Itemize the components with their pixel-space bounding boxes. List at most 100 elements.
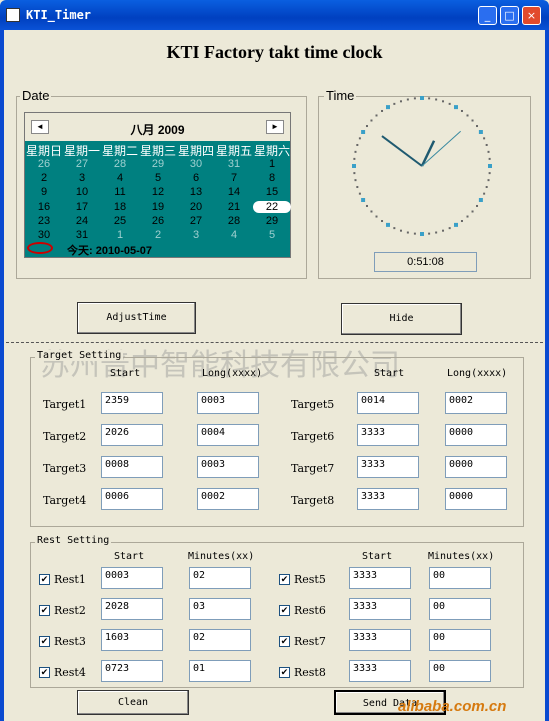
calendar-day[interactable]: 28	[101, 158, 139, 170]
calendar-day[interactable]: 11	[101, 186, 139, 198]
calendar-day[interactable]: 26	[139, 215, 177, 227]
target-start-field[interactable]: 3333	[357, 456, 419, 478]
rest-checkbox[interactable]	[39, 636, 50, 647]
calendar-day[interactable]: 5	[253, 229, 291, 241]
calendar-day[interactable]: 31	[63, 229, 101, 241]
rest-start-field[interactable]: 3333	[349, 567, 411, 589]
calendar-day[interactable]: 28	[215, 215, 253, 227]
rest-start-field[interactable]: 1603	[101, 629, 163, 651]
calendar-day[interactable]: 2	[139, 229, 177, 241]
clean-button[interactable]: Clean	[77, 690, 189, 715]
target-long-field[interactable]: 0003	[197, 392, 259, 414]
target-long-field[interactable]: 0000	[445, 456, 507, 478]
minimize-button[interactable]: _	[478, 6, 497, 25]
calendar-day[interactable]: 18	[101, 201, 139, 213]
window-frame-left	[0, 30, 4, 721]
rest-checkbox[interactable]	[279, 574, 290, 585]
target-label: Target5	[291, 398, 335, 411]
target-long-field[interactable]: 0000	[445, 424, 507, 446]
rest-start-header-right: Start	[362, 551, 393, 562]
target-long-header-left: Long(xxxx)	[202, 368, 263, 379]
calendar-day[interactable]: 27	[63, 158, 101, 170]
calendar-day[interactable]: 1	[253, 158, 291, 170]
rest-checkbox[interactable]	[39, 574, 50, 585]
adjust-time-button[interactable]: AdjustTime	[77, 302, 196, 334]
calendar-day[interactable]: 12	[139, 186, 177, 198]
calendar-day[interactable]: 20	[177, 201, 215, 213]
rest-minutes-field[interactable]: 02	[189, 567, 251, 589]
rest-checkbox[interactable]	[279, 605, 290, 616]
clock-hour-mark	[478, 198, 483, 202]
calendar-day[interactable]: 31	[215, 158, 253, 170]
calendar-day[interactable]: 24	[63, 215, 101, 227]
target-start-field[interactable]: 3333	[357, 488, 419, 510]
title-bar: KTI_Timer _ □ ×	[0, 0, 549, 30]
calendar-day[interactable]: 13	[177, 186, 215, 198]
rest-checkbox[interactable]	[39, 667, 50, 678]
target-long-field[interactable]: 0004	[197, 424, 259, 446]
calendar-day[interactable]: 26	[25, 158, 63, 170]
calendar-day[interactable]: 7	[215, 172, 253, 184]
rest-start-field[interactable]: 0003	[101, 567, 163, 589]
calendar-day[interactable]: 4	[101, 172, 139, 184]
rest-checkbox[interactable]	[279, 636, 290, 647]
calendar-day[interactable]: 8	[253, 172, 291, 184]
target-long-field[interactable]: 0000	[445, 488, 507, 510]
rest-checkbox[interactable]	[279, 667, 290, 678]
hide-button[interactable]: Hide	[341, 303, 462, 335]
calendar-day[interactable]: 30	[177, 158, 215, 170]
calendar-day[interactable]: 4	[215, 229, 253, 241]
close-button[interactable]: ×	[522, 6, 541, 25]
calendar-day[interactable]: 14	[215, 186, 253, 198]
today-label[interactable]: 今天: 2010-05-07	[67, 242, 152, 258]
target-start-field[interactable]: 3333	[357, 424, 419, 446]
target-long-field[interactable]: 0002	[445, 392, 507, 414]
rest-minutes-field[interactable]: 00	[429, 660, 491, 682]
calendar-month-label[interactable]: 八月 2009	[25, 121, 290, 138]
rest-label: Rest2	[54, 604, 86, 617]
calendar-day[interactable]: 16	[25, 201, 63, 213]
calendar-day[interactable]: 29	[253, 215, 291, 227]
calendar-day[interactable]: 23	[25, 215, 63, 227]
rest-checkbox[interactable]	[39, 605, 50, 616]
rest-minutes-field[interactable]: 02	[189, 629, 251, 651]
rest-start-field[interactable]: 3333	[349, 598, 411, 620]
calendar-day[interactable]: 5	[139, 172, 177, 184]
calendar-day[interactable]: 21	[215, 201, 253, 213]
target-start-field[interactable]: 0014	[357, 392, 419, 414]
target-start-field[interactable]: 2026	[101, 424, 163, 446]
calendar-day[interactable]: 25	[101, 215, 139, 227]
calendar-day[interactable]: 3	[177, 229, 215, 241]
calendar-day[interactable]: 10	[63, 186, 101, 198]
rest-minutes-field[interactable]: 00	[429, 567, 491, 589]
target-start-field[interactable]: 0006	[101, 488, 163, 510]
next-month-button[interactable]: ►	[266, 120, 284, 134]
rest-minutes-field[interactable]: 00	[429, 629, 491, 651]
rest-start-field[interactable]: 0723	[101, 660, 163, 682]
calendar-day[interactable]: 2	[25, 172, 63, 184]
target-long-field[interactable]: 0003	[197, 456, 259, 478]
target-long-field[interactable]: 0002	[197, 488, 259, 510]
calendar-day[interactable]: 15	[253, 186, 291, 198]
target-start-field[interactable]: 0008	[101, 456, 163, 478]
maximize-button[interactable]: □	[500, 6, 519, 25]
calendar-day[interactable]: 1	[101, 229, 139, 241]
rest-start-field[interactable]: 3333	[349, 629, 411, 651]
calendar-day[interactable]: 6	[177, 172, 215, 184]
rest-start-field[interactable]: 2028	[101, 598, 163, 620]
rest-minutes-field[interactable]: 03	[189, 598, 251, 620]
calendar-day[interactable]: 3	[63, 172, 101, 184]
calendar-day[interactable]: 19	[139, 201, 177, 213]
rest-start-field[interactable]: 3333	[349, 660, 411, 682]
calendar-day[interactable]: 17	[63, 201, 101, 213]
calendar-day[interactable]: 22	[253, 200, 291, 213]
calendar-day[interactable]: 9	[25, 186, 63, 198]
date-group-label: Date	[20, 88, 52, 103]
calendar-day[interactable]: 27	[177, 215, 215, 227]
rest-minutes-field[interactable]: 01	[189, 660, 251, 682]
calendar-day[interactable]: 29	[139, 158, 177, 170]
target-start-field[interactable]: 2359	[101, 392, 163, 414]
rest-minutes-field[interactable]: 00	[429, 598, 491, 620]
clock-minute-mark	[353, 157, 356, 160]
calendar-day[interactable]: 30	[25, 229, 63, 241]
